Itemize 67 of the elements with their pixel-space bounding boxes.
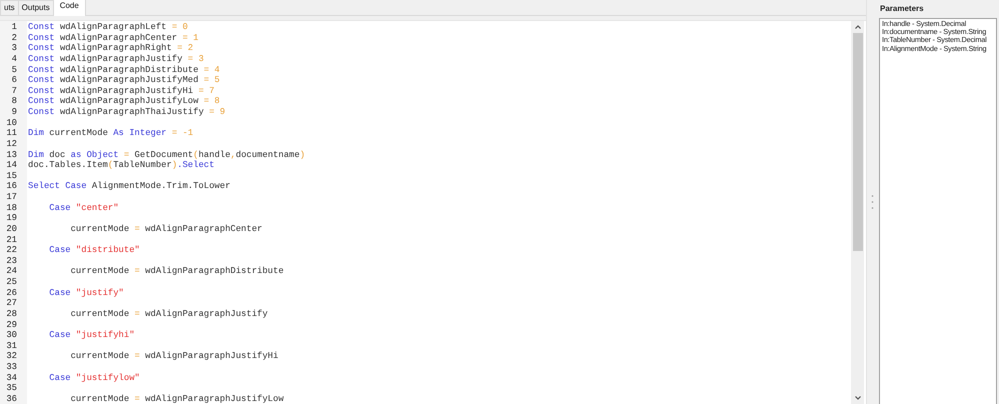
- code-line: currentMode = wdAlignParagraphJustifyHi: [70, 351, 278, 362]
- code-line: Dim currentMode As Integer = -1: [28, 128, 194, 139]
- line-number: 19: [5, 213, 18, 224]
- line-number: 15: [5, 170, 18, 182]
- line-number: 8: [10, 96, 18, 107]
- line-number: 33: [5, 362, 18, 373]
- line-number: 11: [5, 128, 18, 139]
- code-line: currentMode = wdAlignParagraphJustify: [70, 308, 268, 320]
- tab[interactable]: Outputs: [18, 0, 54, 15]
- code-line: Case "justify": [48, 288, 124, 298]
- line-number: 28: [5, 308, 18, 320]
- line-number: 22: [5, 245, 18, 256]
- code-line: Dim doc as Object = GetDocument(handle,documentname): [28, 150, 306, 160]
- line-number: 3: [10, 43, 18, 54]
- line-number: 10: [5, 118, 18, 128]
- line-number: 36: [5, 394, 18, 404]
- code-line: Const wdAlignParagraphDistribute = 4: [28, 64, 220, 76]
- line-number: 17: [5, 192, 18, 203]
- scrollbar-thumb[interactable]: [852, 33, 862, 251]
- line-number: 26: [5, 288, 18, 298]
- vertical-scrollbar[interactable]: [851, 21, 864, 404]
- scroll-down-icon[interactable]: [854, 394, 862, 402]
- code-line: Select Case AlignmentMode.Trim.ToLower: [28, 181, 230, 192]
- line-number: 29: [5, 320, 18, 330]
- line-number: 20: [5, 224, 18, 234]
- line-number: 14: [5, 160, 18, 171]
- line-number: 12: [5, 138, 18, 150]
- line-number: 18: [5, 202, 18, 214]
- code-line: Const wdAlignParagraphRight = 2: [28, 43, 194, 54]
- code-line: Case "justifylow": [48, 372, 140, 384]
- tab[interactable]: uts: [0, 0, 19, 15]
- scroll-up-icon[interactable]: [854, 23, 862, 31]
- line-number: 30: [5, 330, 18, 341]
- code-line: Const wdAlignParagraphJustify = 3: [28, 54, 204, 64]
- code-line: Case "center": [48, 202, 119, 214]
- line-number: 35: [5, 383, 18, 394]
- code-line: currentMode = wdAlignParagraphDistribute: [70, 266, 284, 277]
- panel-title: Parameters: [879, 3, 925, 15]
- line-number: 16: [5, 181, 18, 192]
- code-line: Case "distribute": [48, 245, 140, 256]
- line-number: 25: [5, 277, 18, 288]
- line-number: 4: [10, 54, 18, 64]
- line-number: 6: [10, 75, 18, 86]
- line-number: 32: [5, 351, 18, 362]
- code-line: Const wdAlignParagraphCenter = 1: [28, 32, 198, 44]
- line-number: 13: [5, 150, 18, 160]
- code-line: Case "justifyhi": [48, 330, 135, 341]
- code-line: doc.Tables.Item(TableNumber).Select: [28, 160, 214, 171]
- code-line: Const wdAlignParagraphJustifyLow = 8: [28, 96, 220, 107]
- tab[interactable]: Code: [52, 0, 86, 16]
- code-line: Const wdAlignParagraphLeft = 0: [28, 22, 188, 33]
- code-line: currentMode = wdAlignParagraphJustifyLow: [70, 394, 284, 404]
- code-line: Const wdAlignParagraphJustifyMed = 5: [28, 75, 220, 86]
- line-number: 31: [5, 340, 18, 352]
- code-line: currentMode = wdAlignParagraphCenter: [70, 224, 262, 234]
- line-number: 9: [10, 107, 18, 118]
- line-number: 2: [10, 32, 18, 44]
- code-line: Const wdAlignParagraphJustifyHi = 7: [28, 86, 214, 96]
- line-number: 34: [5, 372, 18, 384]
- line-number: 1: [10, 22, 18, 33]
- code-line: Const wdAlignParagraphThaiJustify = 9: [28, 107, 226, 118]
- line-number: 7: [10, 86, 18, 96]
- line-number: 23: [5, 256, 18, 266]
- line-number: 24: [5, 266, 18, 277]
- line-number: 5: [10, 64, 18, 76]
- line-number: 27: [5, 298, 18, 309]
- line-number: 21: [5, 234, 18, 246]
